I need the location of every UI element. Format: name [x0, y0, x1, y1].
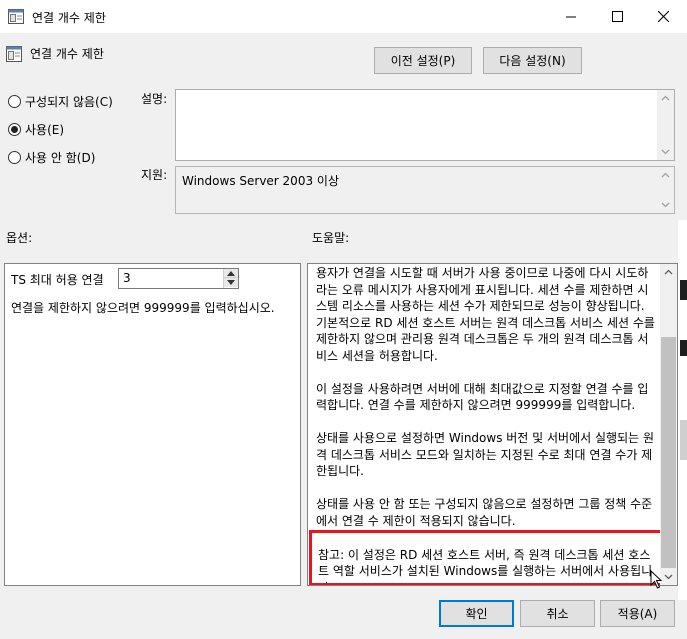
scroll-up-icon[interactable]: [661, 94, 670, 103]
scroll-down-icon[interactable]: [661, 200, 670, 209]
spin-up-icon: [227, 271, 235, 276]
setting-title: 연결 개수 제한: [30, 47, 104, 61]
minimize-button[interactable]: [549, 0, 595, 33]
scroll-down-icon[interactable]: [664, 572, 673, 581]
scroll-down-icon[interactable]: [661, 147, 670, 156]
next-setting-button[interactable]: 다음 설정(N): [483, 47, 582, 74]
radio-label: 사용(E): [25, 123, 65, 137]
spin-down-icon: [227, 280, 235, 285]
note-highlight-box: [309, 530, 664, 585]
help-paragraph: 이 설정을 사용하려면 서버에 대해 최대값으로 지정할 연결 수를 입력합니다…: [316, 381, 649, 413]
scroll-up-icon[interactable]: [661, 171, 670, 180]
scrollbar-thumb[interactable]: [661, 337, 676, 568]
resize-grip-cursor-icon: [650, 570, 663, 589]
ok-button[interactable]: 확인: [439, 600, 514, 627]
spinner-buttons[interactable]: [223, 269, 238, 288]
radio-label: 구성되지 않음(C): [25, 95, 113, 109]
description-scrollbar[interactable]: [657, 90, 674, 160]
supported-scrollbar[interactable]: [657, 167, 674, 213]
window-title: 연결 개수 제한: [32, 11, 106, 25]
supported-textbox: Windows Server 2003 이상: [175, 166, 675, 214]
radio-label: 사용 안 함(D): [25, 151, 96, 165]
cancel-button[interactable]: 취소: [520, 600, 595, 627]
radio-disabled[interactable]: 사용 안 함(D): [8, 149, 95, 166]
description-textbox[interactable]: [175, 89, 675, 161]
radio-circle-checked[interactable]: [8, 123, 21, 136]
max-connections-value[interactable]: 3: [123, 271, 131, 285]
help-scrollbar[interactable]: [660, 264, 677, 585]
close-icon: [658, 11, 669, 22]
spin-up-button[interactable]: [224, 269, 238, 278]
minimize-icon: [566, 16, 576, 18]
options-panel: TS 최대 허용 연결 3 연결을 제한하지 않으려면 999999를 입력하십…: [4, 263, 301, 586]
title-bar[interactable]: 연결 개수 제한: [0, 0, 687, 33]
close-button[interactable]: [641, 0, 687, 33]
scroll-up-icon[interactable]: [664, 268, 673, 277]
maximize-icon: [612, 11, 623, 22]
radio-not-configured[interactable]: 구성되지 않음(C): [8, 93, 113, 110]
help-paragraph: 용자가 연결을 시도할 때 서버가 사용 중이므로 나중에 다시 시도하라는 오…: [316, 266, 655, 363]
options-heading: 옵션:: [6, 231, 33, 245]
spin-down-button[interactable]: [224, 278, 238, 287]
apply-button[interactable]: 적용(A): [600, 600, 675, 627]
radio-circle[interactable]: [8, 151, 21, 164]
policy-dialog: 연결 개수 제한 연결 개수 제한 이전 설정(P) 다음 설정(N) 구성되지…: [0, 0, 687, 639]
max-connections-spinner[interactable]: 3: [118, 268, 239, 289]
previous-setting-button[interactable]: 이전 설정(P): [374, 47, 472, 74]
options-hint: 연결을 제한하지 않으려면 999999를 입력하십시오.: [11, 301, 275, 315]
help-paragraph: 상태를 사용 안 함 또는 구성되지 않음으로 설정하면 그룹 정책 수준에서 …: [316, 497, 653, 528]
help-heading: 도움말:: [312, 231, 350, 245]
policy-setting-icon: [8, 9, 24, 24]
max-connections-label: TS 최대 허용 연결: [11, 273, 104, 287]
radio-circle[interactable]: [8, 95, 21, 108]
help-panel: 용자가 연결을 시도할 때 서버가 사용 중이므로 나중에 다시 시도하라는 오…: [307, 263, 678, 586]
description-label: 설명:: [141, 92, 168, 106]
radio-enabled[interactable]: 사용(E): [8, 121, 64, 138]
supported-label: 지원:: [141, 168, 168, 182]
policy-setting-icon: [6, 46, 22, 62]
background-window-edge: [678, 220, 687, 600]
maximize-button[interactable]: [595, 0, 641, 33]
supported-value: Windows Server 2003 이상: [182, 174, 339, 188]
help-paragraph: 상태를 사용으로 설정하면 Windows 버전 및 서버에서 실행되는 원격 …: [316, 431, 655, 478]
